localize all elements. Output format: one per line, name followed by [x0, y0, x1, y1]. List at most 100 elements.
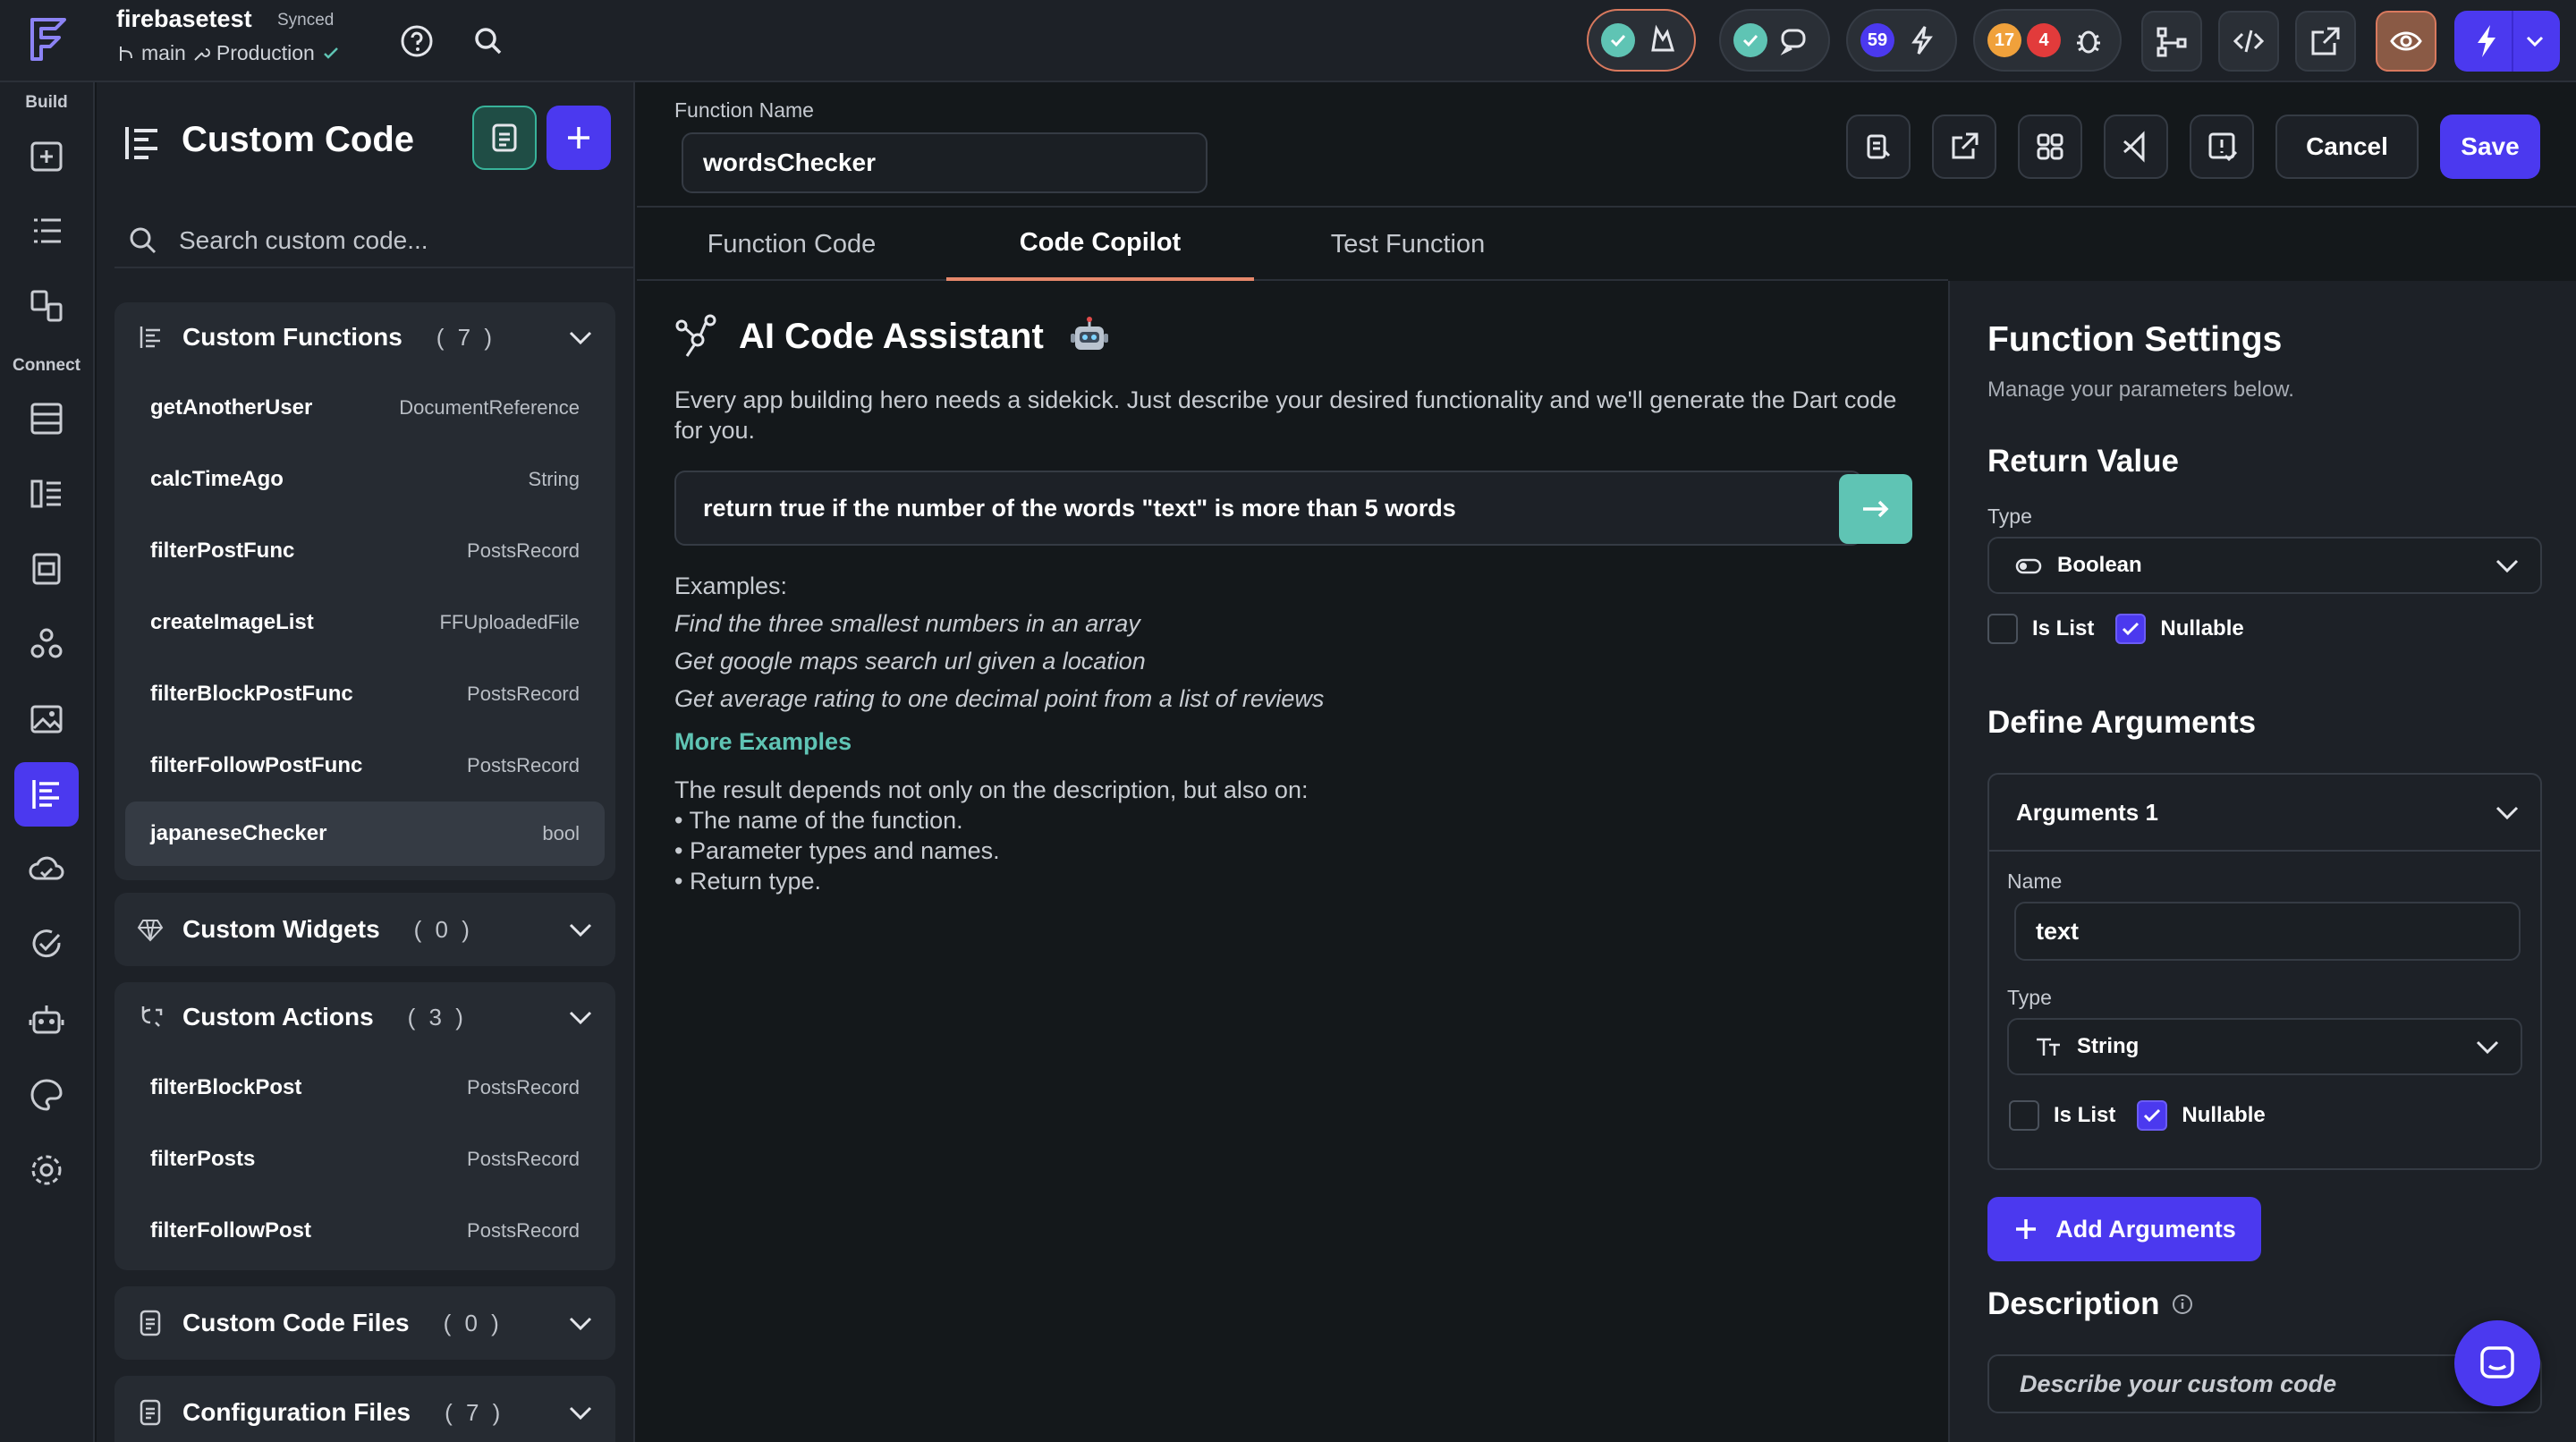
grid-icon: [2037, 133, 2063, 160]
custom-code-icon[interactable]: [14, 762, 79, 827]
open-external-button[interactable]: [2295, 11, 2356, 72]
chevron-down-icon[interactable]: [565, 322, 596, 352]
lightning-icon: [2478, 25, 2496, 57]
custom-widgets-header[interactable]: Custom Widgets ( 0 ): [114, 893, 615, 966]
nullable-checkbox[interactable]: [2137, 1100, 2168, 1131]
cloud-functions-icon[interactable]: [14, 837, 79, 902]
theme-icon[interactable]: [14, 1063, 79, 1127]
is-list-checkbox[interactable]: [1987, 614, 2018, 644]
return-options: Is List Nullable: [1987, 614, 2244, 644]
list-item[interactable]: filterFollowPostFunc PostsRecord: [125, 730, 605, 802]
project-name[interactable]: firebasetest: [116, 5, 252, 33]
custom-actions-header[interactable]: Custom Actions ( 3 ): [114, 982, 615, 1052]
list-item[interactable]: createImageList FFUploadedFile: [125, 587, 605, 658]
define-arguments-title: Define Arguments: [1987, 705, 2257, 740]
database-icon[interactable]: [14, 386, 79, 451]
help-icon[interactable]: [392, 16, 442, 66]
list-item-selected[interactable]: japaneseChecker bool: [125, 802, 605, 866]
compile-check-button[interactable]: [2190, 115, 2254, 179]
debug-pill[interactable]: 17 4: [1973, 9, 2122, 72]
run-button[interactable]: [2454, 11, 2560, 72]
functions-icon: [140, 327, 160, 348]
list-item[interactable]: getAnotherUser DocumentReference: [125, 372, 605, 444]
example-item[interactable]: Get average rating to one decimal point …: [674, 685, 1324, 713]
search-icon[interactable]: [463, 16, 513, 66]
tab-function-code[interactable]: Function Code: [637, 208, 946, 281]
chevron-down-icon[interactable]: [565, 1397, 596, 1428]
chat-bubbles-icon: [1780, 29, 1806, 55]
add-arguments-button[interactable]: Add Arguments: [1987, 1197, 2261, 1261]
list-item[interactable]: filterBlockPost PostsRecord: [125, 1052, 605, 1124]
sync-status: Synced: [277, 11, 335, 30]
support-chat-button[interactable]: [2454, 1320, 2540, 1406]
tab-code-copilot[interactable]: Code Copilot: [946, 208, 1254, 281]
item-name: getAnotherUser: [150, 395, 313, 420]
list-item[interactable]: calcTimeAgo String: [125, 444, 605, 515]
media-assets-icon[interactable]: [14, 687, 79, 751]
generate-button[interactable]: [1839, 474, 1912, 544]
argument-type-select[interactable]: String: [2007, 1018, 2522, 1075]
list-item[interactable]: filterPostFunc PostsRecord: [125, 515, 605, 587]
chevron-down-icon[interactable]: [565, 1308, 596, 1338]
app-state-icon[interactable]: [14, 462, 79, 526]
view-code-button[interactable]: [2218, 11, 2279, 72]
search-input[interactable]: [179, 226, 608, 255]
chevron-down-icon[interactable]: [565, 914, 596, 945]
clipboard-icon: [1867, 134, 1891, 159]
configuration-files-header[interactable]: Configuration Files ( 7 ): [114, 1376, 615, 1442]
list-item[interactable]: filterBlockPostFunc PostsRecord: [125, 658, 605, 730]
custom-functions-header[interactable]: Custom Functions ( 7 ): [114, 302, 615, 372]
list-item[interactable]: filterPosts PostsRecord: [125, 1124, 605, 1195]
integrations-icon[interactable]: [14, 612, 79, 676]
add-widget-icon[interactable]: [14, 123, 79, 188]
tests-icon[interactable]: [14, 912, 79, 977]
file-icon: [140, 1310, 161, 1336]
flutterflow-logo-icon[interactable]: [20, 11, 77, 68]
comments-status-pill[interactable]: [1719, 9, 1830, 72]
return-type-select[interactable]: Boolean: [1987, 537, 2542, 594]
docs-button[interactable]: [472, 106, 537, 170]
more-examples-link[interactable]: More Examples: [674, 728, 852, 756]
argument-name-input[interactable]: text: [2014, 902, 2521, 961]
argument-header[interactable]: Arguments 1: [1989, 775, 2540, 852]
info-icon[interactable]: [2171, 1293, 2194, 1316]
custom-code-search[interactable]: [114, 215, 633, 268]
storyboard-icon[interactable]: [14, 274, 79, 338]
api-calls-icon[interactable]: [14, 537, 79, 601]
chevron-down-icon[interactable]: [2492, 797, 2522, 827]
custom-code-files-header[interactable]: Custom Code Files ( 0 ): [114, 1286, 615, 1360]
settings-gear-icon[interactable]: [14, 1138, 79, 1202]
custom-widgets-group: Custom Widgets ( 0 ): [114, 893, 615, 966]
open-external-button[interactable]: [1932, 115, 1996, 179]
chevron-down-icon[interactable]: [565, 1002, 596, 1032]
chevron-down-icon[interactable]: [2522, 29, 2547, 54]
is-list-checkbox[interactable]: [2009, 1100, 2039, 1131]
vscode-button[interactable]: [2104, 115, 2168, 179]
preview-button[interactable]: [2376, 11, 2436, 72]
custom-code-panel: Custom Code Custom Functions ( 7 ) getAn…: [97, 82, 635, 1442]
group-count: ( 7 ): [445, 1398, 504, 1426]
issues-pill[interactable]: 59: [1846, 9, 1957, 72]
nullable-checkbox[interactable]: [2115, 614, 2147, 644]
branch-icon: [2157, 27, 2187, 57]
prompt-input[interactable]: return true if the number of the words "…: [674, 471, 1862, 546]
example-item[interactable]: Find the three smallest numbers in an ar…: [674, 610, 1140, 638]
copy-code-button[interactable]: [1846, 115, 1911, 179]
note-item: • Parameter types and names.: [674, 837, 1000, 864]
argument-title: Arguments 1: [2016, 798, 2158, 826]
grid-view-button[interactable]: [2018, 115, 2082, 179]
widget-tree-icon[interactable]: [14, 199, 79, 263]
save-button[interactable]: Save: [2440, 115, 2540, 179]
list-item[interactable]: filterFollowPost PostsRecord: [125, 1195, 605, 1267]
function-name-input[interactable]: wordsChecker: [682, 132, 1208, 193]
branch-info[interactable]: main Production: [116, 41, 342, 65]
firebase-status-pill[interactable]: [1587, 9, 1696, 72]
example-item[interactable]: Get google maps search url given a locat…: [674, 648, 1146, 675]
branching-button[interactable]: [2141, 11, 2202, 72]
return-type-label: Type: [1987, 505, 2032, 528]
cancel-button[interactable]: Cancel: [2275, 115, 2419, 179]
agents-robot-icon[interactable]: [14, 988, 79, 1052]
plus-icon: [568, 127, 589, 148]
tab-test-function[interactable]: Test Function: [1254, 208, 1562, 281]
add-custom-code-button[interactable]: [547, 106, 611, 170]
